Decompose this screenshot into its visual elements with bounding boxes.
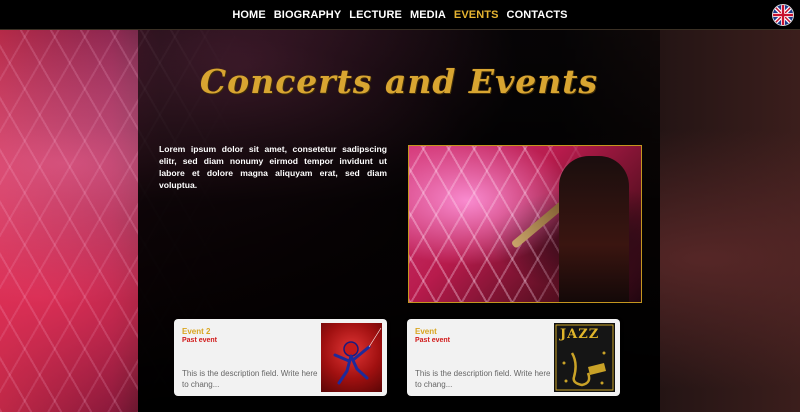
main-nav: HOME BIOGRAPHY LECTURE MEDIA EVENTS CONT… xyxy=(0,0,800,29)
jazz-poster-label: JAZZ xyxy=(560,327,600,342)
nav-item-media[interactable]: MEDIA xyxy=(410,9,446,21)
jazz-poster-image: JAZZ xyxy=(554,323,615,392)
top-navigation-bar: HOME BIOGRAPHY LECTURE MEDIA EVENTS CONT… xyxy=(0,0,800,30)
musician-silhouette xyxy=(559,156,629,302)
event-card[interactable]: Event 2 Past event This is the descripti… xyxy=(174,319,387,396)
event-description: This is the description field. Write her… xyxy=(182,369,318,389)
nav-item-contacts[interactable]: CONTACTS xyxy=(507,9,568,21)
uk-flag-icon[interactable] xyxy=(772,4,794,26)
event-status: Past event xyxy=(182,337,218,344)
event-title: Event xyxy=(415,327,437,336)
nav-item-events[interactable]: EVENTS xyxy=(454,9,499,21)
nav-item-home[interactable]: HOME xyxy=(232,9,265,21)
page-title: Concerts and Events xyxy=(199,62,599,101)
event-status: Past event xyxy=(415,337,451,344)
event-description: This is the description field. Write her… xyxy=(415,369,551,389)
featured-concert-photo xyxy=(408,145,642,303)
nav-item-lecture[interactable]: LECTURE xyxy=(349,9,402,21)
spider-man-poster-image xyxy=(321,323,382,392)
event-title: Event 2 xyxy=(182,327,211,336)
intro-text: Lorem ipsum dolor sit amet, consetetur s… xyxy=(159,144,387,190)
event-card[interactable]: Event Past event This is the description… xyxy=(407,319,620,396)
nav-item-biography[interactable]: BIOGRAPHY xyxy=(274,9,342,21)
